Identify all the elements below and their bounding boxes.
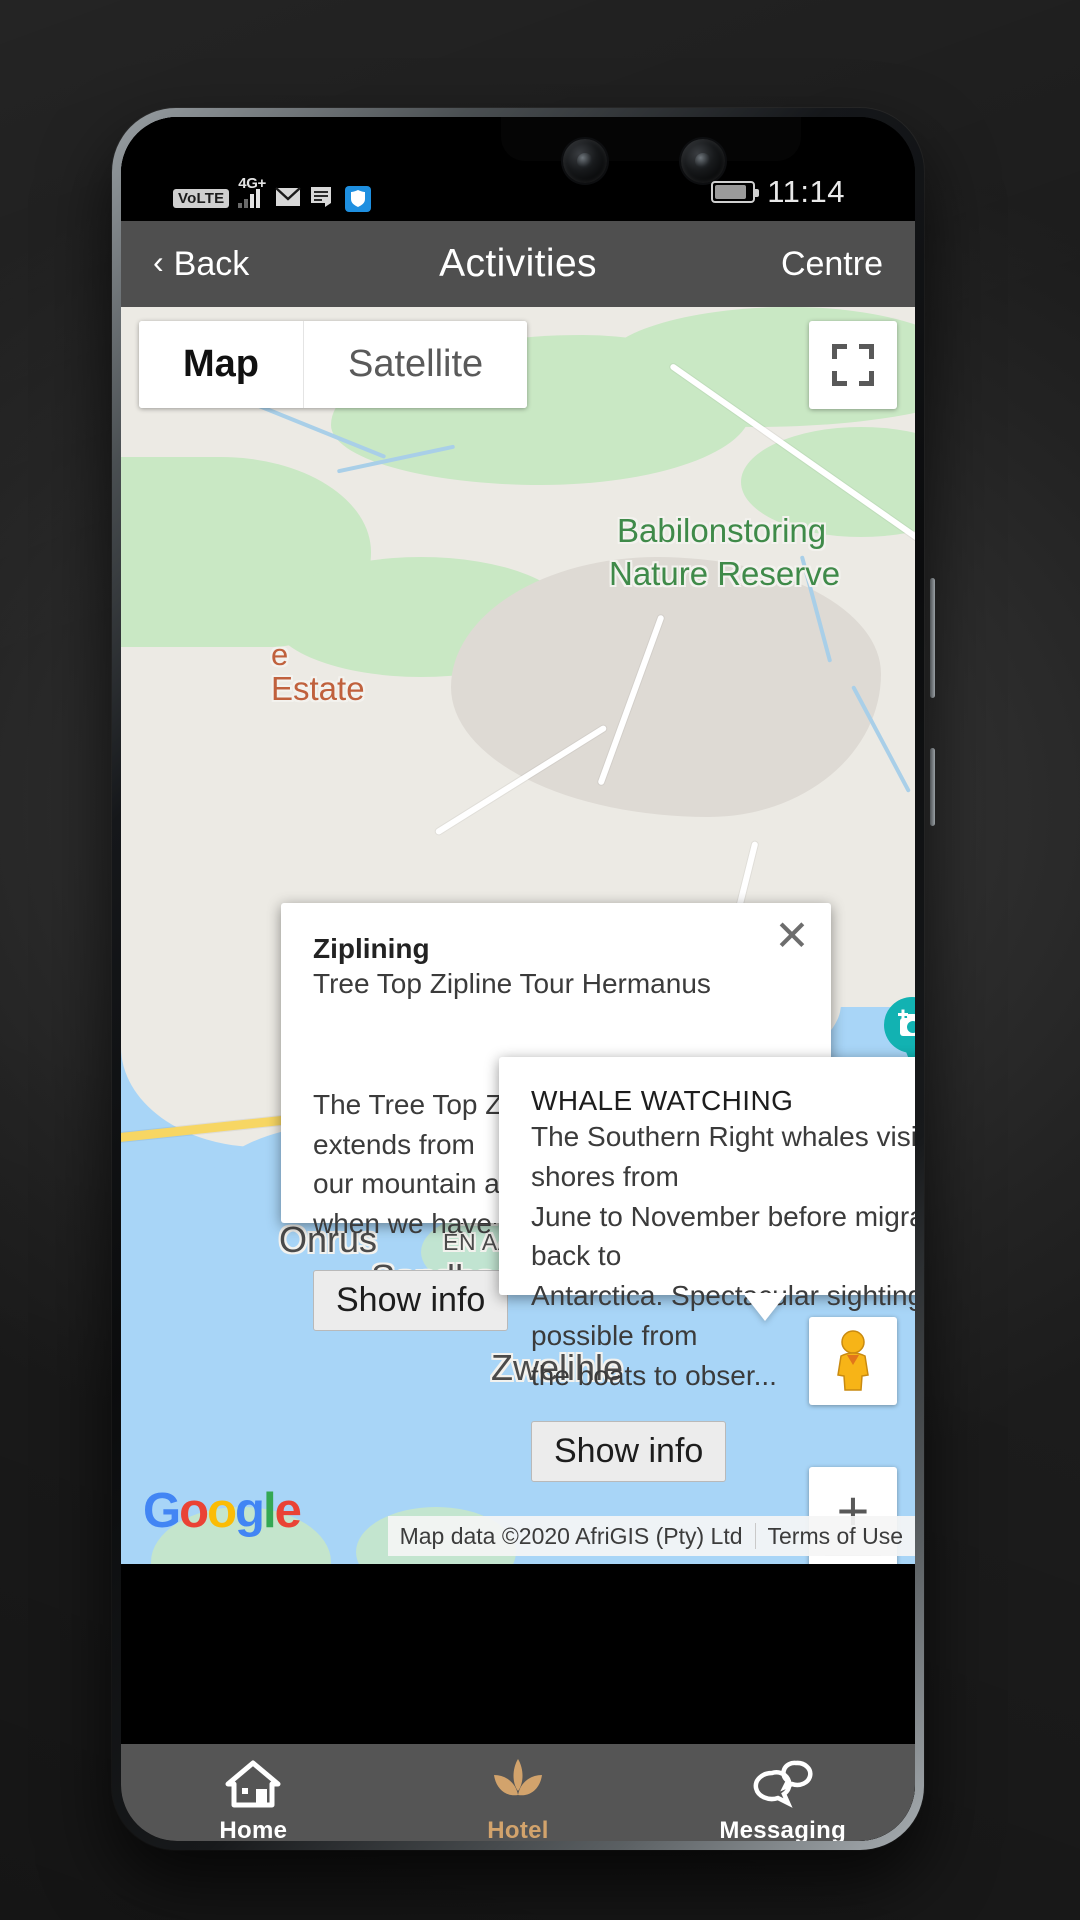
- status-bar-right: 11:14: [711, 174, 915, 210]
- back-button-label: Back: [173, 244, 250, 283]
- phone-device: VoLTE 4G+ 11:14 ‹ Back Activities Centre…: [112, 108, 935, 1850]
- envelope-icon: [275, 186, 301, 208]
- zoom-out-button[interactable]: −: [809, 1556, 897, 1564]
- battery-icon: [711, 181, 760, 203]
- info-popup-whale-watching[interactable]: ✕ WHALE WATCHING The Southern Right whal…: [499, 1057, 915, 1483]
- fullscreen-icon: [832, 344, 874, 386]
- app-header: ‹ Back Activities Centre: [121, 221, 915, 307]
- popup-subtitle: Tree Top Zipline Tour Hermanus: [313, 968, 711, 999]
- show-info-button[interactable]: Show info: [531, 1421, 727, 1483]
- status-bar: VoLTE 4G+ 11:14: [121, 163, 915, 221]
- map-data-text: Map data ©2020 AfriGIS (Pty) Ltd: [399, 1522, 743, 1549]
- popup-title: Ziplining: [313, 933, 430, 964]
- map-type-satellite[interactable]: Satellite: [303, 321, 528, 408]
- tab-home[interactable]: Home: [121, 1753, 386, 1841]
- phone-bezel: VoLTE 4G+ 11:14 ‹ Back Activities Centre…: [121, 117, 915, 1841]
- signal-bars-icon: 4G+: [238, 176, 266, 208]
- map-label-babilonstoring: Babilonstoring: [617, 512, 827, 549]
- volume-button[interactable]: [930, 578, 935, 698]
- bottom-tab-bar: Home Hotel Messaging: [121, 1744, 915, 1841]
- message-list-icon: [310, 186, 336, 208]
- tab-home-label: Home: [219, 1817, 288, 1841]
- home-icon: [225, 1753, 281, 1809]
- phone-screen: VoLTE 4G+ 11:14 ‹ Back Activities Centre…: [121, 117, 915, 1841]
- map-attribution: Map data ©2020 AfriGIS (Pty) Ltd Terms o…: [387, 1516, 915, 1556]
- terms-of-use-link[interactable]: Terms of Use: [756, 1523, 915, 1550]
- popup-desc-line-3: Antarctica. Spectacular sightings are po…: [531, 1280, 915, 1351]
- show-info-button[interactable]: Show info: [313, 1269, 509, 1331]
- map-canvas[interactable]: Babilonstoring Nature Reserve e Estate C…: [121, 307, 915, 1564]
- centre-button[interactable]: Centre: [781, 245, 915, 284]
- leaf-icon: [488, 1753, 548, 1809]
- tab-messaging[interactable]: Messaging: [650, 1753, 915, 1841]
- power-button[interactable]: [930, 748, 935, 826]
- map-label-estate: Estate: [271, 670, 365, 707]
- map-label-nature-reserve: Nature Reserve: [609, 555, 841, 592]
- tab-messaging-label: Messaging: [719, 1817, 847, 1841]
- shield-icon: [344, 186, 371, 212]
- popup-pointer: [743, 1293, 787, 1321]
- popup-desc-line-4: the boats to obser...: [531, 1359, 777, 1391]
- map-type-map[interactable]: Map: [139, 321, 303, 408]
- tab-hotel[interactable]: Hotel: [386, 1753, 651, 1841]
- fullscreen-button[interactable]: [809, 321, 897, 409]
- popup-title: WHALE WATCHING: [531, 1085, 794, 1116]
- status-clock: 11:14: [767, 174, 845, 209]
- map-label-e: e: [271, 637, 289, 672]
- notch-dip: [501, 117, 801, 161]
- tab-hotel-label: Hotel: [487, 1817, 549, 1841]
- google-logo: Google: [143, 1484, 302, 1538]
- back-button[interactable]: ‹ Back: [121, 245, 249, 284]
- map-type-toggle[interactable]: Map Satellite: [139, 321, 528, 408]
- chat-bubbles-icon: [752, 1753, 814, 1809]
- popup-desc-line-1: The Southern Right whales visit our shor…: [531, 1121, 915, 1192]
- volte-badge: VoLTE: [173, 189, 230, 208]
- status-bar-left: VoLTE 4G+: [121, 176, 371, 212]
- popup-desc-line-2: June to November before migrating back t…: [531, 1200, 915, 1272]
- chevron-left-icon: ‹: [153, 244, 164, 280]
- close-icon[interactable]: ✕: [771, 915, 813, 957]
